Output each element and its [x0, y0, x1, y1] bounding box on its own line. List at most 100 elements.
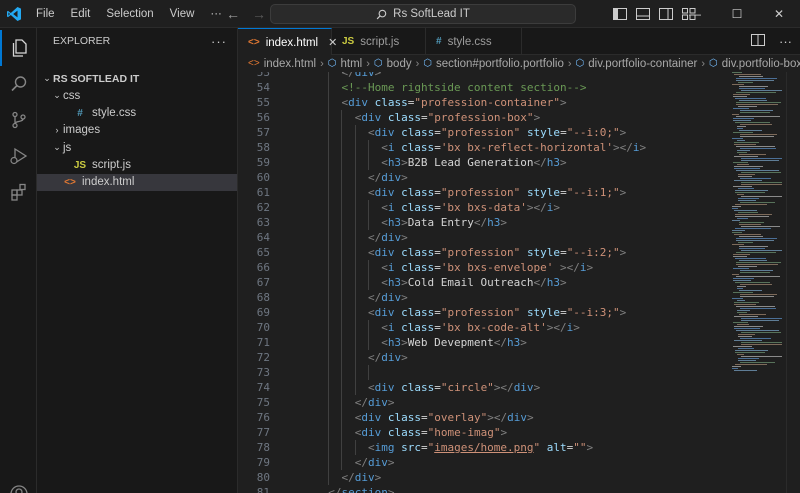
explorer-sidebar: EXPLORER ··· ⌄ RS SOFTLEAD IT ⌄ css # style.c…: [37, 28, 238, 493]
minimap-line: [733, 278, 754, 279]
code-line: 70 <i class='bx bx-code-alt'></i>: [238, 320, 730, 335]
menu-view[interactable]: View: [162, 0, 203, 28]
code-line: 66 <i class='bx bxs-envelope' ></i>: [238, 260, 730, 275]
tree-item-index-html[interactable]: <> index.html: [37, 173, 237, 191]
code-token: <: [367, 126, 375, 139]
code-token: >: [500, 426, 508, 439]
menu-selection[interactable]: Selection: [98, 0, 161, 28]
line-number: 80: [256, 471, 270, 484]
chevron-down-icon: ⌄: [53, 142, 61, 153]
code-token: <: [381, 216, 388, 229]
toggle-secondary-sidebar-icon[interactable]: [658, 7, 673, 21]
tree-item-images[interactable]: › images: [37, 122, 237, 139]
toggle-primary-sidebar-icon[interactable]: [612, 7, 627, 21]
code-editor[interactable]: 53 </div> 54 <!--Home rightside content sec…: [238, 72, 730, 493]
tab-index-html[interactable]: <> index.html ✕: [238, 28, 337, 56]
breadcrumb-item[interactable]: ⬡ div.portfolio-container: [576, 58, 698, 70]
go-forward-icon[interactable]: →: [251, 6, 267, 22]
code-line: 64 </div>: [238, 230, 730, 245]
minimap-line: [740, 338, 771, 339]
source-control-icon[interactable]: [0, 102, 37, 138]
code-line: 79 </div>: [238, 455, 730, 470]
tab-script-js[interactable]: JS script.js: [332, 28, 426, 55]
minimap-line: [735, 282, 770, 283]
workspace-root[interactable]: ⌄ RS SOFTLEAD IT: [37, 70, 237, 87]
code-token: h3: [387, 276, 402, 289]
more-actions-icon[interactable]: ···: [779, 34, 792, 49]
minimap-line: [738, 212, 758, 213]
account-icon[interactable]: [0, 476, 37, 493]
explorer-icon[interactable]: [0, 30, 37, 66]
go-back-icon[interactable]: ←: [225, 6, 241, 22]
code-token: </: [354, 456, 368, 469]
extensions-icon[interactable]: [0, 174, 37, 210]
indent-guide: [367, 140, 369, 170]
code-text: <i class='bx bxs-data'></i>: [381, 200, 560, 215]
code-token: Data Entry: [407, 216, 474, 229]
toggle-panel-icon[interactable]: [635, 7, 650, 21]
minimap-line: [732, 232, 742, 233]
menu-file[interactable]: File: [28, 0, 63, 28]
breadcrumb-item[interactable]: ⬡ body: [374, 58, 412, 70]
code-line: 68 </div>: [238, 290, 730, 305]
code-token: h3: [387, 216, 402, 229]
minimap-line: [740, 136, 774, 137]
tab-label: script.js: [360, 35, 400, 48]
tab-style-css[interactable]: # style.css: [426, 28, 522, 55]
split-editor-icon[interactable]: [751, 34, 765, 49]
code-token: h3: [387, 156, 402, 169]
line-number: 53: [256, 72, 270, 79]
minimap-line: [738, 200, 756, 201]
search-icon[interactable]: [0, 66, 37, 102]
minimize-button[interactable]: —: [674, 0, 716, 28]
code-token: i: [632, 141, 640, 154]
code-token: </: [473, 216, 488, 229]
code-token: =: [434, 246, 441, 259]
code-token: <: [381, 276, 388, 289]
code-token: >: [374, 471, 382, 484]
line-number: 68: [256, 291, 270, 304]
minimap-line: [735, 204, 767, 205]
minimap-line: [735, 214, 772, 215]
vscode-logo-icon: [0, 0, 28, 28]
code-token: >: [619, 126, 627, 139]
code-token: class: [401, 246, 435, 259]
run-debug-icon[interactable]: [0, 138, 37, 174]
maximize-button[interactable]: ☐: [716, 0, 758, 28]
code-token: </: [533, 156, 547, 169]
code-token: >: [586, 261, 594, 274]
menu-edit[interactable]: Edit: [63, 0, 99, 28]
editor-scrollbar[interactable]: [786, 72, 800, 493]
minimap-line: [739, 236, 763, 237]
tree-item-css[interactable]: ⌄ css: [37, 87, 237, 104]
tree-item-js[interactable]: ⌄ js: [37, 139, 237, 156]
code-token: Web Devepment: [407, 336, 494, 349]
breadcrumb-item[interactable]: ⬡ section#portfolio.portfolio: [423, 58, 564, 70]
chevron-right-icon: ›: [55, 125, 59, 136]
minimap-line: [737, 324, 749, 325]
breadcrumb-item[interactable]: ⬡ html: [328, 58, 362, 70]
code-token: images/home.png: [434, 441, 534, 454]
minimap-line: [740, 296, 774, 297]
code-token: >: [573, 321, 580, 334]
code-token: =: [434, 381, 441, 394]
code-token: >: [560, 156, 567, 169]
more-actions-icon[interactable]: ···: [211, 34, 227, 49]
activity-bar: [0, 28, 37, 493]
breadcrumb-item[interactable]: <> index.html: [248, 58, 316, 70]
close-window-button[interactable]: ✕: [758, 0, 800, 28]
breadcrumb-item[interactable]: ⬡ div.portfolio-box: [709, 58, 800, 70]
code-line: 63 <h3>Data Entry</h3>: [238, 215, 730, 230]
tree-item-script-js[interactable]: JS script.js: [37, 157, 237, 174]
tree-item-style-css[interactable]: # style.css: [37, 105, 237, 122]
code-text: </section>: [328, 485, 394, 493]
minimap-line: [736, 252, 776, 253]
minimap[interactable]: [730, 72, 786, 493]
element-icon: ⬡: [575, 58, 585, 69]
line-number: 73: [256, 366, 270, 379]
command-center-search[interactable]: Rs SoftLead IT: [270, 4, 576, 24]
code-token: 'bx bxs-envelope': [440, 261, 554, 274]
minimap-line: [734, 156, 758, 157]
